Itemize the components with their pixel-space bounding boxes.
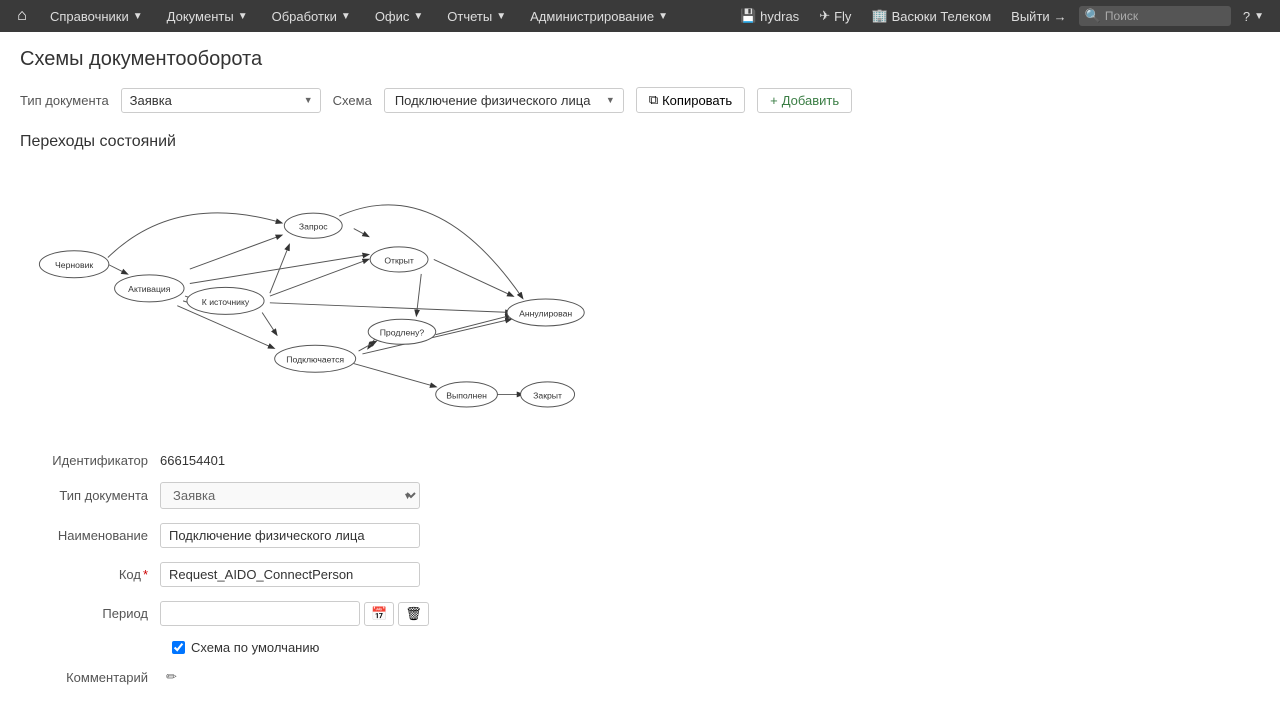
- clear-date-button[interactable]: 🗑: [398, 602, 429, 626]
- svg-text:Открыт: Открыт: [384, 255, 414, 265]
- nav-help[interactable]: ? ▼: [1235, 0, 1272, 32]
- form-row-code: Код: [20, 562, 1260, 587]
- search-icon: 🔍: [1085, 8, 1101, 24]
- nav-item-reports[interactable]: Отчеты ▼: [437, 0, 516, 32]
- page-title: Схемы документооборота: [20, 48, 1260, 71]
- trash-icon: 🗑: [405, 606, 422, 621]
- chevron-down-icon: ▼: [341, 11, 351, 22]
- form-comment-label: Комментарий: [20, 670, 160, 685]
- id-value: 666154401: [160, 453, 225, 468]
- nav-item-references[interactable]: Справочники ▼: [40, 0, 153, 32]
- doc-type-select[interactable]: Заявка: [121, 88, 321, 113]
- search-box[interactable]: 🔍: [1079, 6, 1231, 26]
- form-doc-type-label: Тип документа: [20, 488, 160, 503]
- form-code-label: Код: [20, 567, 160, 582]
- form-code-input[interactable]: [160, 562, 420, 587]
- form-name-label: Наименование: [20, 528, 160, 543]
- default-schema-checkbox[interactable]: [172, 641, 185, 654]
- calendar-icon: 📅: [371, 606, 387, 621]
- svg-text:Аннулирован: Аннулирован: [519, 308, 572, 318]
- default-schema-row: Схема по умолчанию: [172, 640, 1260, 655]
- chevron-down-icon: ▼: [658, 11, 668, 22]
- state-diagram: Черновик Активация Запрос Открыт К источ…: [20, 163, 620, 433]
- toolbar: Тип документа Заявка Схема Подключение ф…: [20, 87, 1260, 113]
- nav-company[interactable]: 🏢 Васюки Телеком: [863, 0, 999, 32]
- schema-select-wrapper: Подключение физического лица: [384, 88, 624, 113]
- navbar-right: 💾 hydras ✈ Fly 🏢 Васюки Телеком Выйти → …: [732, 0, 1272, 32]
- nav-item-processing[interactable]: Обработки ▼: [262, 0, 361, 32]
- copy-button[interactable]: ⧉ Копировать: [636, 87, 745, 113]
- form-doc-type-select-wrapper: Заявка: [160, 482, 420, 509]
- schema-label: Схема: [333, 93, 372, 108]
- diagram-svg: Черновик Активация Запрос Открыт К источ…: [20, 163, 620, 433]
- nav-fly[interactable]: ✈ Fly: [811, 0, 859, 32]
- chevron-down-icon: ▼: [133, 11, 143, 22]
- form-name-input[interactable]: [160, 523, 420, 548]
- help-icon: ?: [1243, 9, 1250, 24]
- company-icon: 🏢: [871, 8, 887, 24]
- nav-item-documents[interactable]: Документы ▼: [157, 0, 258, 32]
- form-row-comment: Комментарий ✏: [20, 669, 1260, 685]
- svg-text:Закрыт: Закрыт: [533, 390, 562, 400]
- chevron-down-icon: ▼: [496, 11, 506, 22]
- form-section: Идентификатор 666154401 Тип документа За…: [20, 453, 1260, 685]
- form-row-name: Наименование: [20, 523, 1260, 548]
- search-input[interactable]: [1105, 9, 1225, 23]
- chevron-down-icon: ▼: [413, 11, 423, 22]
- svg-text:Продлену?: Продлену?: [380, 328, 425, 338]
- calendar-button[interactable]: 📅: [364, 602, 394, 626]
- svg-text:Запрос: Запрос: [299, 222, 328, 232]
- form-row-period: Период 📅 🗑: [20, 601, 1260, 626]
- period-row: 📅 🗑: [160, 601, 429, 626]
- id-label: Идентификатор: [20, 453, 160, 468]
- plane-icon: ✈: [819, 8, 830, 24]
- nav-item-office[interactable]: Офис ▼: [365, 0, 433, 32]
- svg-text:Выполнен: Выполнен: [446, 390, 487, 400]
- nav-item-admin[interactable]: Администрирование ▼: [520, 0, 678, 32]
- plus-icon: +: [770, 93, 778, 108]
- copy-icon: ⧉: [649, 92, 658, 108]
- doc-type-label: Тип документа: [20, 93, 109, 108]
- section-title-transitions: Переходы состояний: [20, 133, 1260, 151]
- default-schema-label: Схема по умолчанию: [191, 640, 319, 655]
- page-content: Схемы документооборота Тип документа Зая…: [0, 32, 1280, 715]
- logout-icon: →: [1054, 9, 1067, 24]
- nav-logout[interactable]: Выйти →: [1003, 0, 1075, 32]
- doc-type-select-wrapper: Заявка: [121, 88, 321, 113]
- add-button[interactable]: + Добавить: [757, 88, 852, 113]
- form-doc-type-select[interactable]: Заявка: [160, 482, 420, 509]
- chevron-down-icon: ▼: [238, 11, 248, 22]
- svg-text:Активация: Активация: [128, 284, 171, 294]
- db-icon: 💾: [740, 8, 756, 24]
- svg-text:Подключается: Подключается: [286, 355, 344, 365]
- navbar: ⌂ Справочники ▼ Документы ▼ Обработки ▼ …: [0, 0, 1280, 32]
- nav-hydras[interactable]: 💾 hydras: [732, 0, 807, 32]
- form-row-doc-type: Тип документа Заявка: [20, 482, 1260, 509]
- svg-text:Черновик: Черновик: [55, 260, 93, 270]
- svg-text:К источнику: К источнику: [202, 297, 250, 307]
- schema-select-button[interactable]: Подключение физического лица: [384, 88, 624, 113]
- home-button[interactable]: ⌂: [8, 2, 36, 30]
- edit-comment-icon[interactable]: ✏: [166, 669, 177, 685]
- form-period-input[interactable]: [160, 601, 360, 626]
- form-row-id: Идентификатор 666154401: [20, 453, 1260, 468]
- chevron-down-icon: ▼: [1254, 11, 1264, 22]
- form-period-label: Период: [20, 606, 160, 621]
